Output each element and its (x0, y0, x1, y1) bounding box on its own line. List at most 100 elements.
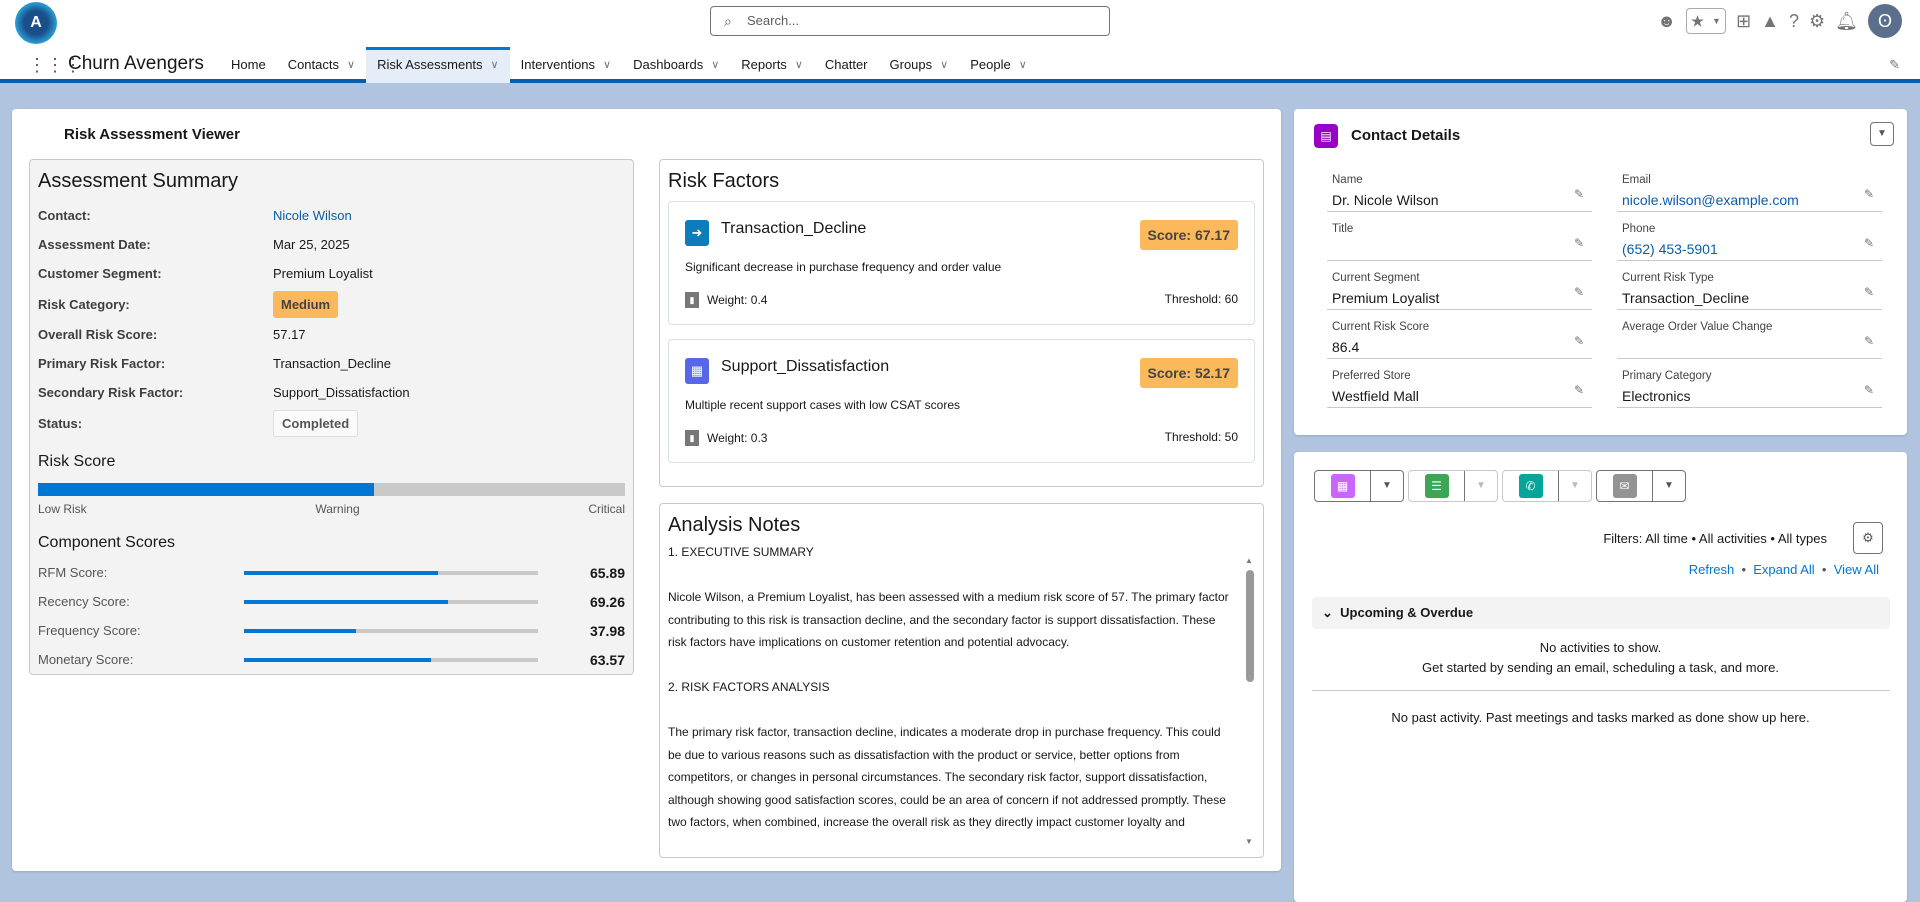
app-logo[interactable]: A (15, 2, 57, 44)
scale-warning: Warning (315, 502, 360, 516)
notes-scrollbar[interactable]: ▲ ▼ (1245, 556, 1255, 846)
chevron-down-icon[interactable]: ∨ (603, 47, 611, 83)
field-value: Electronics (1622, 388, 1691, 404)
edit-pencil-icon[interactable]: ✎ (1574, 187, 1584, 201)
field-phone: Phone (652) 453-5901 ✎ (1617, 212, 1882, 261)
notes-body: 1. EXECUTIVE SUMMARY Nicole Wilson, a Pre… (668, 541, 1255, 829)
star-icon: ★ (1691, 12, 1704, 29)
setup-gear-icon[interactable]: ⚙ (1809, 11, 1825, 32)
chevron-down-icon[interactable]: ▼ (1371, 471, 1403, 501)
component-bar-fill (244, 599, 448, 604)
component-value: 37.98 (589, 622, 625, 639)
event-action-button[interactable]: ▦ ▼ (1314, 470, 1404, 502)
tab-reports[interactable]: Reports ∨ (730, 47, 814, 83)
edit-pencil-icon[interactable]: ✎ (1864, 383, 1874, 397)
user-avatar[interactable]: ʘ (1868, 4, 1902, 38)
call-action-button[interactable]: ✆ ▼ (1502, 470, 1592, 502)
tab-contacts[interactable]: Contacts ∨ (277, 47, 366, 83)
activity-panel: ▦ ▼ ☰ ▼ ✆ ▼ ✉ ▼ Filters: All time • All activit… (1294, 452, 1907, 902)
primary-risk-factor: Transaction_Decline (273, 356, 392, 371)
notifications-bell-icon[interactable]: 🔔︎ (1835, 11, 1858, 32)
field-value (1332, 241, 1592, 257)
filter-settings-gear-icon[interactable]: ⚙ (1853, 522, 1883, 554)
help-icon[interactable]: ? (1789, 11, 1799, 32)
chevron-down-icon[interactable]: ∨ (491, 50, 499, 83)
app-nav: ⋮⋮⋮ Churn Avengers Home Contacts ∨ Risk Ass… (0, 47, 1920, 83)
tab-groups[interactable]: Groups ∨ (879, 47, 960, 83)
chevron-down-icon[interactable]: ∨ (711, 47, 719, 83)
risk-factor-card: ▦ Support_Dissatisfaction Score: 52.17 Mult… (668, 339, 1255, 463)
assessment-summary: Assessment Summary Contact: Nicole Wilson… (29, 159, 634, 675)
upcoming-overdue-section[interactable]: ⌄ Upcoming & Overdue (1312, 597, 1890, 629)
field-value[interactable]: nicole.wilson@example.com (1622, 192, 1882, 208)
component-label: RFM Score: (38, 565, 108, 580)
edit-pencil-icon[interactable]: ✎ (1574, 334, 1584, 348)
edit-pencil-icon[interactable]: ✎ (1574, 383, 1584, 397)
chevron-down-icon[interactable]: ▼ (1653, 471, 1685, 501)
favorites-button[interactable]: ★ ▼ (1686, 8, 1727, 34)
component-score-row: RFM Score: 65.89 (38, 558, 625, 587)
chevron-down-icon[interactable]: ▼ (1559, 471, 1591, 501)
add-icon[interactable]: ⊞ (1736, 11, 1751, 32)
field-label: Phone (1622, 223, 1656, 235)
risk-score-bar (38, 483, 625, 496)
search-icon: ⌕ (724, 13, 732, 29)
field-label: Current Segment (1332, 272, 1420, 284)
chevron-down-icon[interactable]: ∨ (940, 47, 948, 83)
field-label: Average Order Value Change (1622, 321, 1773, 333)
primary-label: Primary Risk Factor: (38, 356, 166, 371)
call-icon: ✆ (1518, 474, 1543, 498)
view-all-link[interactable]: View All (1834, 562, 1879, 577)
edit-pencil-icon[interactable]: ✎ (1864, 334, 1874, 348)
contact-label: Contact: (38, 208, 91, 223)
tab-risk-assessments[interactable]: Risk Assessments ∨ (366, 47, 510, 83)
field-primary-category: Primary Category Electronics ✎ (1617, 359, 1882, 408)
search-input[interactable]: ⌕ Search... (710, 6, 1110, 36)
edit-pencil-icon[interactable]: ✎ (1864, 236, 1874, 250)
tab-chatter[interactable]: Chatter (814, 47, 879, 83)
component-bar-fill (244, 657, 431, 662)
scroll-up-icon[interactable]: ▲ (1245, 556, 1253, 565)
edit-pencil-icon[interactable]: ✎ (1864, 285, 1874, 299)
refresh-link[interactable]: Refresh (1689, 562, 1735, 577)
component-bar (244, 599, 538, 604)
contact-details: ▤ Contact Details ▼ Name Dr. Nicole Wilso… (1294, 109, 1907, 435)
contact-link[interactable]: Nicole Wilson (273, 208, 352, 223)
edit-pencil-icon[interactable]: ✎ (1864, 187, 1874, 201)
empty-line-1: No activities to show. (1539, 640, 1662, 655)
factor-weight: Weight: 0.3 (707, 431, 768, 445)
segment-label: Customer Segment: (38, 266, 162, 281)
chevron-down-icon[interactable]: ∨ (347, 47, 355, 83)
chevron-down-icon[interactable]: ∨ (1019, 47, 1027, 83)
component-bar (244, 628, 538, 633)
tab-people[interactable]: People ∨ (959, 47, 1038, 83)
tab-home[interactable]: Home (220, 47, 277, 83)
email-action-button[interactable]: ✉ ▼ (1596, 470, 1686, 502)
tab-interventions[interactable]: Interventions ∨ (510, 47, 623, 83)
field-value[interactable]: (652) 453-5901 (1622, 241, 1882, 257)
task-action-button[interactable]: ☰ ▼ (1408, 470, 1498, 502)
bar-chart-icon: ▮ (685, 292, 699, 308)
factor-description: Multiple recent support cases with low C… (685, 398, 960, 412)
assistant-icon[interactable]: ☻ (1657, 11, 1676, 32)
trailhead-icon[interactable]: ▲ (1761, 11, 1779, 32)
edit-pencil-icon[interactable]: ✎ (1574, 236, 1584, 250)
component-value: 69.26 (589, 593, 625, 610)
edit-nav-pencil-icon[interactable]: ✎ (1889, 57, 1900, 73)
component-label: Recency Score: (38, 594, 130, 609)
field-label: Preferred Store (1332, 370, 1411, 382)
chevron-down-icon: ⌄ (1322, 605, 1333, 620)
component-bar-fill (244, 570, 438, 575)
assessment-date: Mar 25, 2025 (273, 237, 350, 252)
tab-dashboards[interactable]: Dashboards ∨ (622, 47, 730, 83)
scroll-thumb[interactable] (1246, 570, 1254, 682)
chevron-down-icon[interactable]: ∨ (795, 47, 803, 83)
field-value: Premium Loyalist (1332, 290, 1440, 306)
chevron-down-icon[interactable]: ▼ (1465, 471, 1497, 501)
expand-all-link[interactable]: Expand All (1753, 562, 1814, 577)
scroll-down-icon[interactable]: ▼ (1245, 837, 1253, 846)
component-bar-fill (244, 628, 356, 633)
field-value: Westfield Mall (1332, 388, 1419, 404)
contact-actions-dropdown[interactable]: ▼ (1870, 122, 1894, 146)
edit-pencil-icon[interactable]: ✎ (1574, 285, 1584, 299)
